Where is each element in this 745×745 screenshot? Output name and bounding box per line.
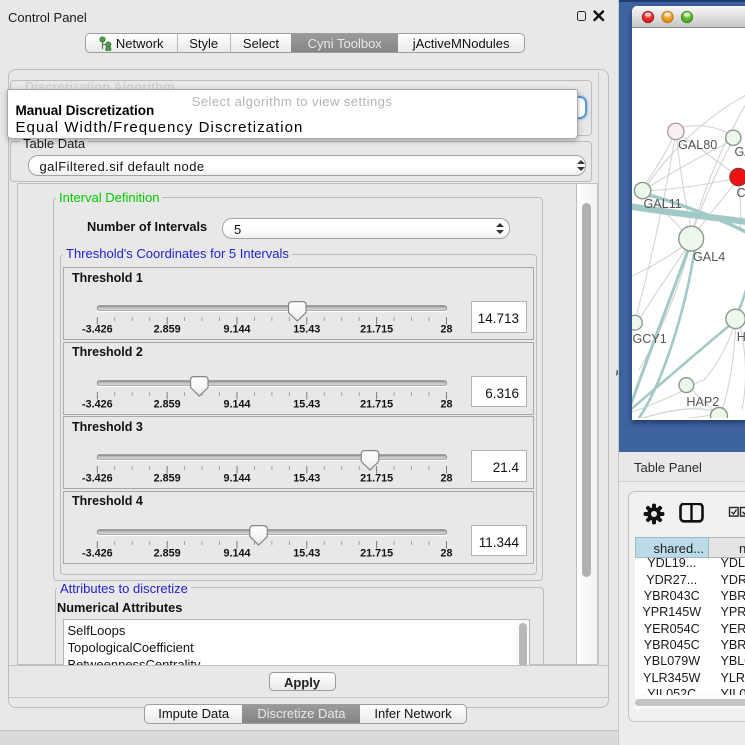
svg-text:21.715: 21.715 — [360, 547, 393, 559]
svg-text:15.43: 15.43 — [293, 473, 320, 485]
svg-text:-3.426: -3.426 — [82, 547, 113, 559]
svg-text:-3.426: -3.426 — [82, 398, 113, 410]
svg-text:15.43: 15.43 — [293, 324, 320, 336]
svg-text:28: 28 — [440, 547, 452, 559]
svg-text:H: H — [736, 330, 745, 344]
svg-text:15.43: 15.43 — [293, 547, 320, 559]
svg-text:GAL4: GAL4 — [693, 250, 725, 264]
svg-text:9.144: 9.144 — [223, 473, 250, 485]
svg-text:21.715: 21.715 — [360, 398, 393, 410]
svg-text:2.859: 2.859 — [154, 398, 181, 410]
svg-text:28: 28 — [440, 324, 452, 336]
svg-text:9.144: 9.144 — [223, 398, 250, 410]
svg-text:28: 28 — [440, 398, 452, 410]
svg-text:21.715: 21.715 — [360, 324, 393, 336]
svg-text:2.859: 2.859 — [154, 473, 181, 485]
svg-text:2.859: 2.859 — [154, 324, 181, 336]
svg-text:15.43: 15.43 — [293, 398, 320, 410]
svg-text:28: 28 — [440, 473, 452, 485]
svg-text:-3.426: -3.426 — [82, 324, 113, 336]
svg-text:21.715: 21.715 — [360, 473, 393, 485]
svg-text:GCY1: GCY1 — [632, 332, 666, 346]
svg-text:9.144: 9.144 — [223, 324, 250, 336]
svg-text:HAP2: HAP2 — [686, 395, 719, 409]
svg-text:-3.426: -3.426 — [82, 473, 113, 485]
svg-text:GAL11: GAL11 — [643, 197, 681, 211]
svg-text:C: C — [736, 186, 745, 200]
svg-text:GA: GA — [734, 145, 745, 159]
svg-text:GAL80: GAL80 — [678, 138, 717, 152]
svg-text:9.144: 9.144 — [223, 547, 250, 559]
svg-text:2.859: 2.859 — [154, 547, 181, 559]
